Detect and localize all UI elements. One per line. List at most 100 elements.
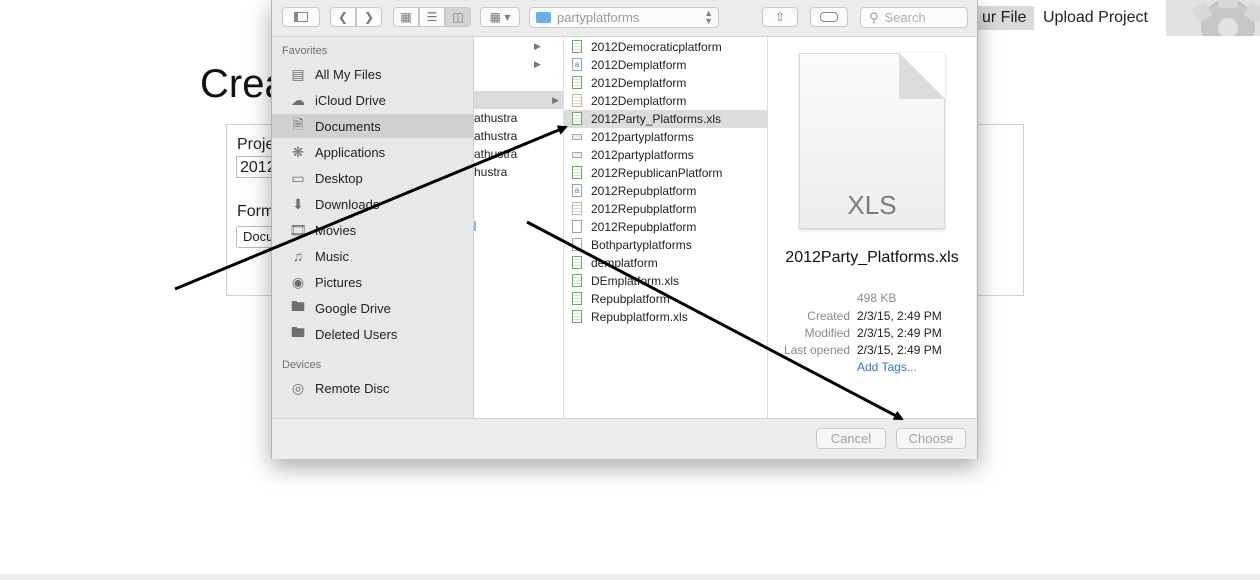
sidebar-item-label: Movies [315,222,357,238]
sidebar-item-label: Pictures [315,274,362,290]
file-icon [572,152,582,158]
file-row-selected[interactable]: 2012Party_Platforms.xls [564,110,767,128]
file-row[interactable]: 2012Democraticplatform [564,38,767,56]
last-opened-value: 2/3/15, 2:49 PM [857,343,942,357]
file-row[interactable]: 2012RepublicanPlatform [564,164,767,182]
file-row[interactable]: Repubplatform [564,290,767,308]
sidebar-item-downloads[interactable]: ⬇ Downloads [272,192,473,216]
disclosure-arrow-icon: ▶ [534,41,541,51]
file-row[interactable]: 2012partyplatforms [564,146,767,164]
sidebar-item-pictures[interactable]: ◉ Pictures [272,270,473,294]
column1-row[interactable]: athustra [474,127,563,145]
file-name: 2012Repubplatform [591,184,697,198]
add-tags-link[interactable]: Add Tags... [857,360,917,374]
desktop-icon: ▭ [291,169,305,186]
file-name: 2012RepublicanPlatform [591,166,723,180]
file-name: Repubplatform.xls [591,310,688,324]
share-button[interactable]: ⇧ [762,7,798,27]
downloads-icon: ⬇ [292,195,304,212]
sidebar-item-label: Desktop [315,170,363,186]
disclosure-arrow-icon: ▶ [552,95,559,105]
file-row[interactable]: Repubplatform.xls [564,308,767,326]
column1-row-label: hustra [474,165,508,179]
forward-button[interactable]: ❯ [356,7,382,27]
file-row[interactable]: Bothpartyplatforms [564,236,767,254]
file-row[interactable]: a 2012Demplatform [564,56,767,74]
search-placeholder: Search [884,10,926,25]
file-row[interactable]: 2012Repubplatform [564,218,767,236]
choose-button[interactable]: Choose [896,428,966,449]
sidebar-item-movies[interactable]: 🎞 Movies [272,218,473,242]
file-name: demplatform [591,256,658,270]
disc-icon: ◎ [291,379,305,396]
search-input[interactable]: ⚲ Search [860,7,968,28]
file-name: 2012Demplatform [591,58,687,72]
column-scroll-hint [474,221,476,231]
sidebar-item-remote-disc[interactable]: ◎ Remote Disc [272,376,473,400]
search-icon: ⚲ [869,9,879,25]
path-popup[interactable]: partyplatforms ▲ ▼ [529,7,719,28]
file-name: 2012partyplatforms [591,148,694,162]
sidebar-item-desktop[interactable]: ▭ Desktop [272,166,473,190]
sidebar-item-google-drive[interactable]: 🖿 Google Drive [272,296,473,320]
updown-chevron-icon: ▲ ▼ [704,8,713,26]
dialog-toolbar: ❮ ❯ ▦ ☰ ◫ ▦ ▾ partyplatforms ▲ ▼ ⇧ ⚲ Sear… [272,0,977,37]
column1-row-label: athustra [474,147,518,161]
file-icon: a [572,58,582,71]
file-row[interactable]: 2012Repubplatform [564,200,767,218]
sidebar-item-documents[interactable]: 🗎 Documents [272,114,473,138]
preview-type-label: XLS [847,190,897,220]
file-name: 2012Democraticplatform [591,40,722,54]
file-icon [572,238,582,251]
column1-row[interactable]: hustra [474,163,563,181]
file-row[interactable]: 2012Demplatform [564,74,767,92]
file-name: Bothpartyplatforms [591,238,692,252]
file-row[interactable]: 2012Demplatform [564,92,767,110]
file-name: 2012Repubplatform [591,202,697,216]
file-icon [572,202,582,215]
tag-button[interactable] [810,7,848,27]
file-row[interactable]: a 2012Repubplatform [564,182,767,200]
icon-view-button[interactable]: ▦ [393,7,419,27]
file-row[interactable]: DEmplatform.xls [564,272,767,290]
file-icon [572,112,582,125]
page-bottom-strip [0,574,1260,580]
back-button[interactable]: ❮ [330,7,356,27]
file-row[interactable]: 2012partyplatforms [564,128,767,146]
sidebar-item-label: Google Drive [315,300,391,316]
created-value: 2/3/15, 2:49 PM [857,309,942,323]
file-icon [572,292,582,305]
sidebar-item-all-my-files[interactable]: ▤ All My Files [272,62,473,86]
file-row[interactable]: demplatform [564,254,767,272]
column1-row[interactable]: athustra [474,109,563,127]
file-icon [572,310,582,323]
file-name: Repubplatform [591,292,670,306]
settings-gear-icon[interactable] [1166,0,1260,36]
pictures-icon: ◉ [291,273,305,290]
sidebar-item-label: Remote Disc [315,380,390,396]
list-view-button[interactable]: ☰ [419,7,445,27]
column1-row[interactable]: athustra [474,145,563,163]
documents-icon: 🗎 [292,116,304,132]
arrange-button[interactable]: ▦ ▾ [480,7,520,27]
grid-icon: ▦ [400,10,412,24]
sidebar-item-music[interactable]: ♫ Music [272,244,473,268]
movies-icon: 🎞 [289,221,307,238]
column1-row-label: athustra [474,129,518,143]
cloud-icon: ☁ [291,91,305,108]
nav-upload-project[interactable]: Upload Project [1043,8,1148,28]
sidebar-item-deleted-users[interactable]: 🖿 Deleted Users [272,322,473,346]
column1-row-label: athustra [474,111,518,125]
sidebar-item-applications[interactable]: ❋ Applications [272,140,473,164]
sidebar-item-label: Documents [315,118,381,134]
folder-icon [536,12,551,23]
arrange-icon: ▦ ▾ [489,10,511,24]
sidebar-toggle-button[interactable] [282,7,320,27]
cancel-button[interactable]: Cancel [816,428,886,449]
format-label: Form [237,203,275,220]
file-icon [572,166,582,179]
file-name: 2012Party_Platforms.xls [591,112,722,126]
column-view-button[interactable]: ◫ [445,7,471,27]
column1-row-selected[interactable]: ▶ [474,91,563,109]
sidebar-item-icloud-drive[interactable]: ☁ iCloud Drive [272,88,473,112]
